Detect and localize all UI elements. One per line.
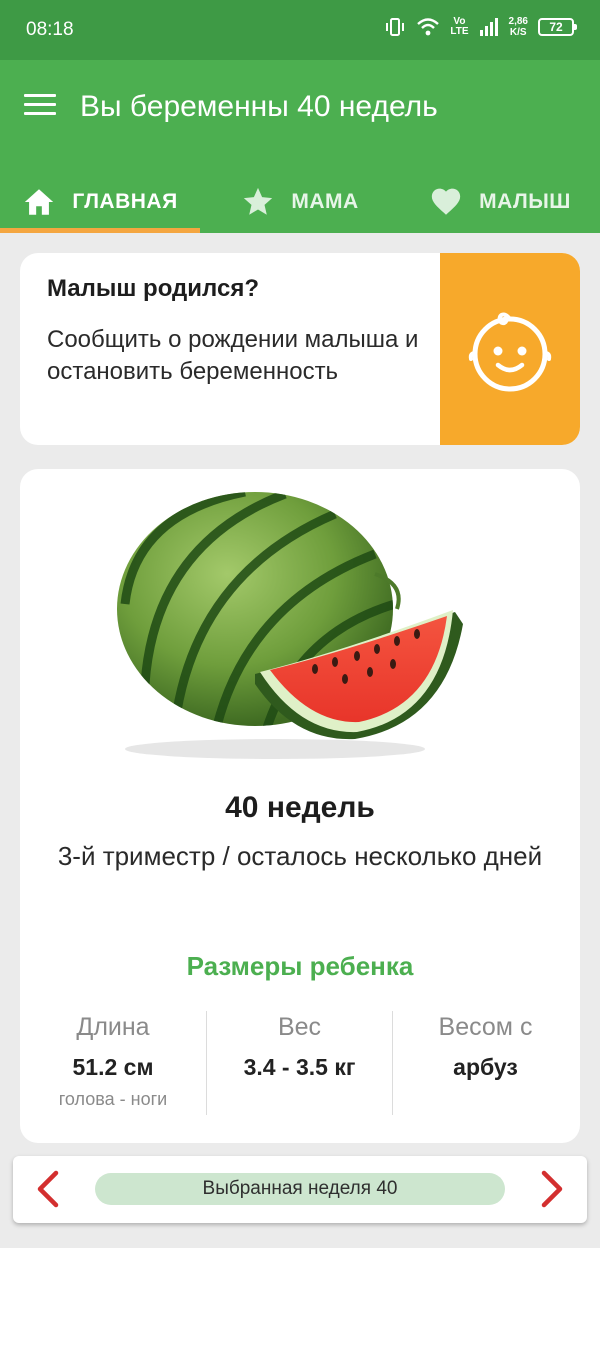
heart-icon xyxy=(431,188,461,215)
chevron-left-icon[interactable] xyxy=(29,1169,69,1209)
tab-home-label: ГЛАВНАЯ xyxy=(72,189,178,213)
stat-comparison-value: арбуз xyxy=(453,1054,518,1080)
tab-home[interactable]: ГЛАВНАЯ xyxy=(0,170,200,233)
stat-comparison: Весом с арбуз xyxy=(392,1011,578,1115)
stat-length-value: 51.2 см xyxy=(72,1054,154,1080)
battery-level: 72 xyxy=(549,20,563,34)
status-bar: 08:18 Vo LTE 2,86 K/S 72 xyxy=(0,0,600,60)
baby-face-icon xyxy=(468,312,552,392)
selected-week-label: Выбранная неделя 40 xyxy=(202,1178,398,1199)
page-title: Вы беременны 40 недель xyxy=(80,90,438,123)
status-time: 08:18 xyxy=(26,19,74,40)
tab-mama[interactable]: МАМА xyxy=(200,170,400,233)
stat-weight: Вес 3.4 - 3.5 кг xyxy=(206,1011,392,1115)
week-card: 40 недель 3-й триместр / осталось нескол… xyxy=(20,469,580,1143)
vibrate-icon xyxy=(386,18,405,36)
tab-baby-label: МАЛЫШ xyxy=(479,189,571,213)
volte-indicator: Vo LTE xyxy=(450,17,468,37)
app-bar: Вы беременны 40 недель ГЛАВНАЯ МАМА МАЛЫ… xyxy=(0,60,600,233)
wifi-icon xyxy=(417,18,440,36)
baby-born-side xyxy=(440,253,580,445)
network-speed-value: 2,86 xyxy=(508,16,528,27)
tab-bar: ГЛАВНАЯ МАМА МАЛЫШ xyxy=(0,170,600,233)
baby-sizes-title: Размеры ребенка xyxy=(186,951,414,981)
baby-born-card[interactable]: Малыш родился? Сообщить о рождении малыш… xyxy=(20,253,580,445)
network-speed-unit: K/S xyxy=(509,27,527,38)
network-speed: 2,86 K/S xyxy=(509,16,528,38)
chevron-right-icon[interactable] xyxy=(531,1169,571,1209)
stat-comparison-label: Весом с xyxy=(438,1013,533,1041)
stat-length-label: Длина xyxy=(76,1013,150,1041)
home-icon xyxy=(25,188,54,215)
baby-born-title: Малыш родился? xyxy=(47,275,259,302)
tab-baby[interactable]: МАЛЫШ xyxy=(400,170,600,233)
tab-mama-label: МАМА xyxy=(291,189,359,213)
stat-length-note: голова - ноги xyxy=(58,1089,168,1109)
stat-weight-value: 3.4 - 3.5 кг xyxy=(243,1054,356,1080)
hamburger-menu-icon[interactable] xyxy=(24,94,56,120)
signal-icon xyxy=(479,18,498,36)
baby-sizes-stats: Длина 51.2 см голова - ноги Вес 3.4 - 3.… xyxy=(20,1011,580,1115)
stat-length: Длина 51.2 см голова - ноги xyxy=(20,1011,206,1115)
watermelon-image xyxy=(117,492,463,759)
star-icon xyxy=(244,187,273,215)
selected-week-pill[interactable]: Выбранная неделя 40 xyxy=(95,1173,505,1205)
status-icons: Vo LTE 2,86 K/S 72 xyxy=(384,16,577,38)
week-subtitle: 3-й триместр / осталось несколько дней xyxy=(57,841,543,871)
week-title: 40 недель xyxy=(225,791,375,824)
baby-born-text: Сообщить о рождении малыша и остановить … xyxy=(47,326,419,385)
main-content: Малыш родился? Сообщить о рождении малыш… xyxy=(0,233,600,1248)
volte-lte: LTE xyxy=(450,26,469,37)
battery-icon: 72 xyxy=(538,18,577,36)
stat-weight-label: Вес xyxy=(277,1013,322,1041)
week-navigation: Выбранная неделя 40 xyxy=(13,1156,587,1223)
